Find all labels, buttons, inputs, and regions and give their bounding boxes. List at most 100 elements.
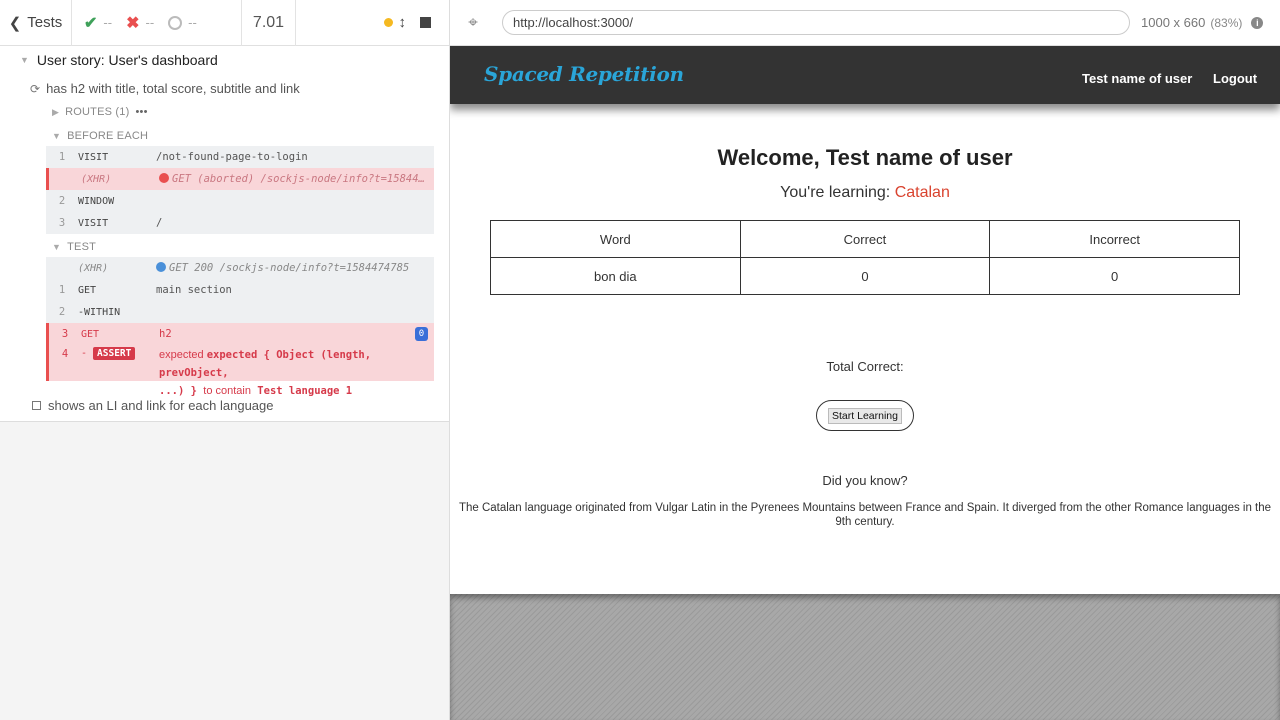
routes-label: ROUTES (1) bbox=[65, 106, 130, 118]
caret-down-icon: ▼ bbox=[52, 242, 62, 252]
test-title-text: has h2 with title, total score, subtitle… bbox=[46, 81, 300, 96]
before-each-section[interactable]: ▼ BEFORE EACH bbox=[52, 130, 148, 142]
command-name: GET bbox=[81, 328, 100, 340]
command-message: main section bbox=[156, 284, 232, 296]
next-test-title[interactable]: shows an LI and link for each language bbox=[32, 398, 274, 413]
selector-playground-icon[interactable]: ⌖ bbox=[450, 13, 496, 33]
command-name: WINDOW bbox=[78, 195, 115, 207]
command-name: VISIT bbox=[78, 151, 109, 163]
assert-row-error[interactable]: 4 - ASSERT expected expected { Object (l… bbox=[46, 345, 434, 397]
command-name: (XHR) bbox=[81, 173, 112, 185]
learning-subtitle: You're learning: Catalan bbox=[450, 184, 1280, 202]
command-row[interactable]: 1 VISIT /not-found-page-to-login bbox=[46, 146, 434, 168]
command-row[interactable]: (XHR) GET 200 /sockjs-node/info?t=158447… bbox=[46, 257, 434, 279]
command-row-error[interactable]: (XHR) GET (aborted) /sockjs-node/info?t=… bbox=[46, 168, 434, 190]
command-number: 1 bbox=[58, 151, 66, 163]
duration: 7.01 bbox=[242, 0, 296, 46]
cross-icon: ✖ bbox=[126, 14, 140, 32]
command-name: -WITHIN bbox=[78, 306, 121, 318]
command-message: GET (aborted) /sockjs-node/info?t=158447… bbox=[172, 173, 434, 185]
assert-value: Test language 1 bbox=[257, 385, 353, 397]
command-row[interactable]: 2 WINDOW bbox=[46, 190, 434, 212]
pending-circle-icon bbox=[168, 15, 183, 30]
check-icon: ✔ bbox=[84, 14, 98, 32]
pending-count: -- bbox=[188, 15, 197, 30]
command-number: 2 bbox=[58, 195, 66, 207]
table-header-row: Word Correct Incorrect bbox=[490, 220, 1240, 258]
suite-title[interactable]: ▼ User story: User's dashboard bbox=[20, 52, 218, 68]
command-number: 3 bbox=[61, 328, 69, 340]
language-fact: The Catalan language originated from Vul… bbox=[458, 502, 1272, 528]
language-name: Catalan bbox=[894, 184, 950, 201]
word-cell: bon dia bbox=[490, 257, 741, 295]
stop-icon[interactable] bbox=[420, 17, 431, 28]
next-test-text: shows an LI and link for each language bbox=[48, 398, 274, 413]
suite-title-text: User story: User's dashboard bbox=[36, 52, 218, 68]
command-name: VISIT bbox=[78, 217, 109, 229]
passed-stat: ✔ -- bbox=[84, 13, 112, 33]
command-name: - ASSERT bbox=[81, 347, 159, 360]
start-learning-button[interactable]: Start Learning bbox=[816, 400, 914, 431]
incorrect-cell: 0 bbox=[989, 257, 1240, 295]
test-section[interactable]: ▼ TEST bbox=[52, 241, 96, 253]
assert-subject-end: ...) } bbox=[159, 385, 197, 397]
test-stats: ✔ -- ✖ -- -- bbox=[72, 0, 242, 46]
command-number: 1 bbox=[58, 284, 66, 296]
element-count-badge: 0 bbox=[415, 327, 428, 341]
command-number: 3 bbox=[58, 217, 66, 229]
assert-expected: expected bbox=[159, 349, 207, 361]
assert-verb: to contain bbox=[203, 385, 251, 397]
test-title[interactable]: ⟳ has h2 with title, total score, subtit… bbox=[30, 81, 300, 96]
column-header: Word bbox=[490, 220, 741, 258]
runnables-panel: ▼ User story: User's dashboard ⟳ has h2 … bbox=[0, 46, 449, 422]
chevron-left-icon: ❮ bbox=[8, 14, 22, 32]
command-message: /not-found-page-to-login bbox=[156, 151, 308, 163]
command-row[interactable]: 2 -WITHIN bbox=[46, 301, 434, 323]
command-message-wrap: GET 200 /sockjs-node/info?t=1584474785 bbox=[156, 262, 434, 274]
back-to-tests-button[interactable]: ❮ Tests bbox=[0, 0, 72, 46]
command-message-wrap: GET (aborted) /sockjs-node/info?t=158447… bbox=[159, 173, 434, 185]
words-table: Word Correct Incorrect bon dia 0 0 bbox=[490, 220, 1240, 295]
url-bar: ⌖ http://localhost:3000/ 1000 x 660 (83%… bbox=[450, 0, 1280, 46]
assert-message: expected expected { Object (length, prev… bbox=[159, 346, 434, 400]
viewport-size: 1000 x 660 bbox=[1141, 15, 1206, 30]
table-row: bon dia 0 0 bbox=[490, 257, 1240, 295]
auto-scroll-icon[interactable]: ↕ bbox=[399, 14, 407, 31]
caret-right-icon: ▶ bbox=[52, 106, 60, 117]
command-row[interactable]: 1 GET main section bbox=[46, 279, 434, 301]
caret-down-icon: ▼ bbox=[52, 131, 62, 141]
app-under-test: ⌖ http://localhost:3000/ 1000 x 660 (83%… bbox=[450, 0, 1280, 720]
command-message: / bbox=[156, 217, 163, 229]
nav-user-name: Test name of user bbox=[1082, 71, 1193, 86]
total-correct: Total Correct: bbox=[826, 359, 904, 374]
command-message: GET 200 /sockjs-node/info?t=1584474785 bbox=[169, 262, 410, 274]
column-header: Correct bbox=[739, 220, 991, 258]
logout-link[interactable]: Logout bbox=[1213, 71, 1257, 86]
page-title: Welcome, Test name of user bbox=[717, 145, 1013, 170]
more-icon: ••• bbox=[135, 106, 148, 118]
failed-count: -- bbox=[145, 15, 155, 30]
column-header: Incorrect bbox=[989, 220, 1240, 258]
test-label: TEST bbox=[67, 241, 97, 253]
passed-count: -- bbox=[103, 15, 113, 30]
command-name: (XHR) bbox=[78, 262, 109, 274]
success-dot-icon bbox=[156, 262, 166, 272]
command-row[interactable]: 3 VISIT / bbox=[46, 212, 434, 234]
learning-prefix: You're learning: bbox=[780, 184, 895, 201]
failed-stat: ✖ -- bbox=[126, 13, 154, 33]
correct-cell: 0 bbox=[739, 257, 991, 295]
pending-stat: -- bbox=[168, 15, 197, 30]
start-learning-label: Start Learning bbox=[828, 407, 902, 424]
command-message: h2 bbox=[159, 328, 172, 340]
command-row-error[interactable]: 3 GET h2 0 bbox=[46, 323, 434, 345]
url-input[interactable]: http://localhost:3000/ bbox=[502, 10, 1130, 35]
test-reporter: ❮ Tests ✔ -- ✖ -- -- 7.01 ↕ ▼ User story… bbox=[0, 0, 450, 720]
did-you-know-heading: Did you know? bbox=[822, 473, 908, 488]
reporter-toolbar: ❮ Tests ✔ -- ✖ -- -- 7.01 ↕ bbox=[0, 0, 449, 46]
routes-section[interactable]: ▶ ROUTES (1) ••• bbox=[52, 106, 148, 118]
info-icon[interactable]: i bbox=[1251, 16, 1264, 29]
command-number: 2 bbox=[58, 306, 66, 318]
brand-logo[interactable]: Spaced Repetition bbox=[484, 62, 684, 86]
failed-dot-icon bbox=[159, 173, 169, 183]
command-name: GET bbox=[78, 284, 97, 296]
